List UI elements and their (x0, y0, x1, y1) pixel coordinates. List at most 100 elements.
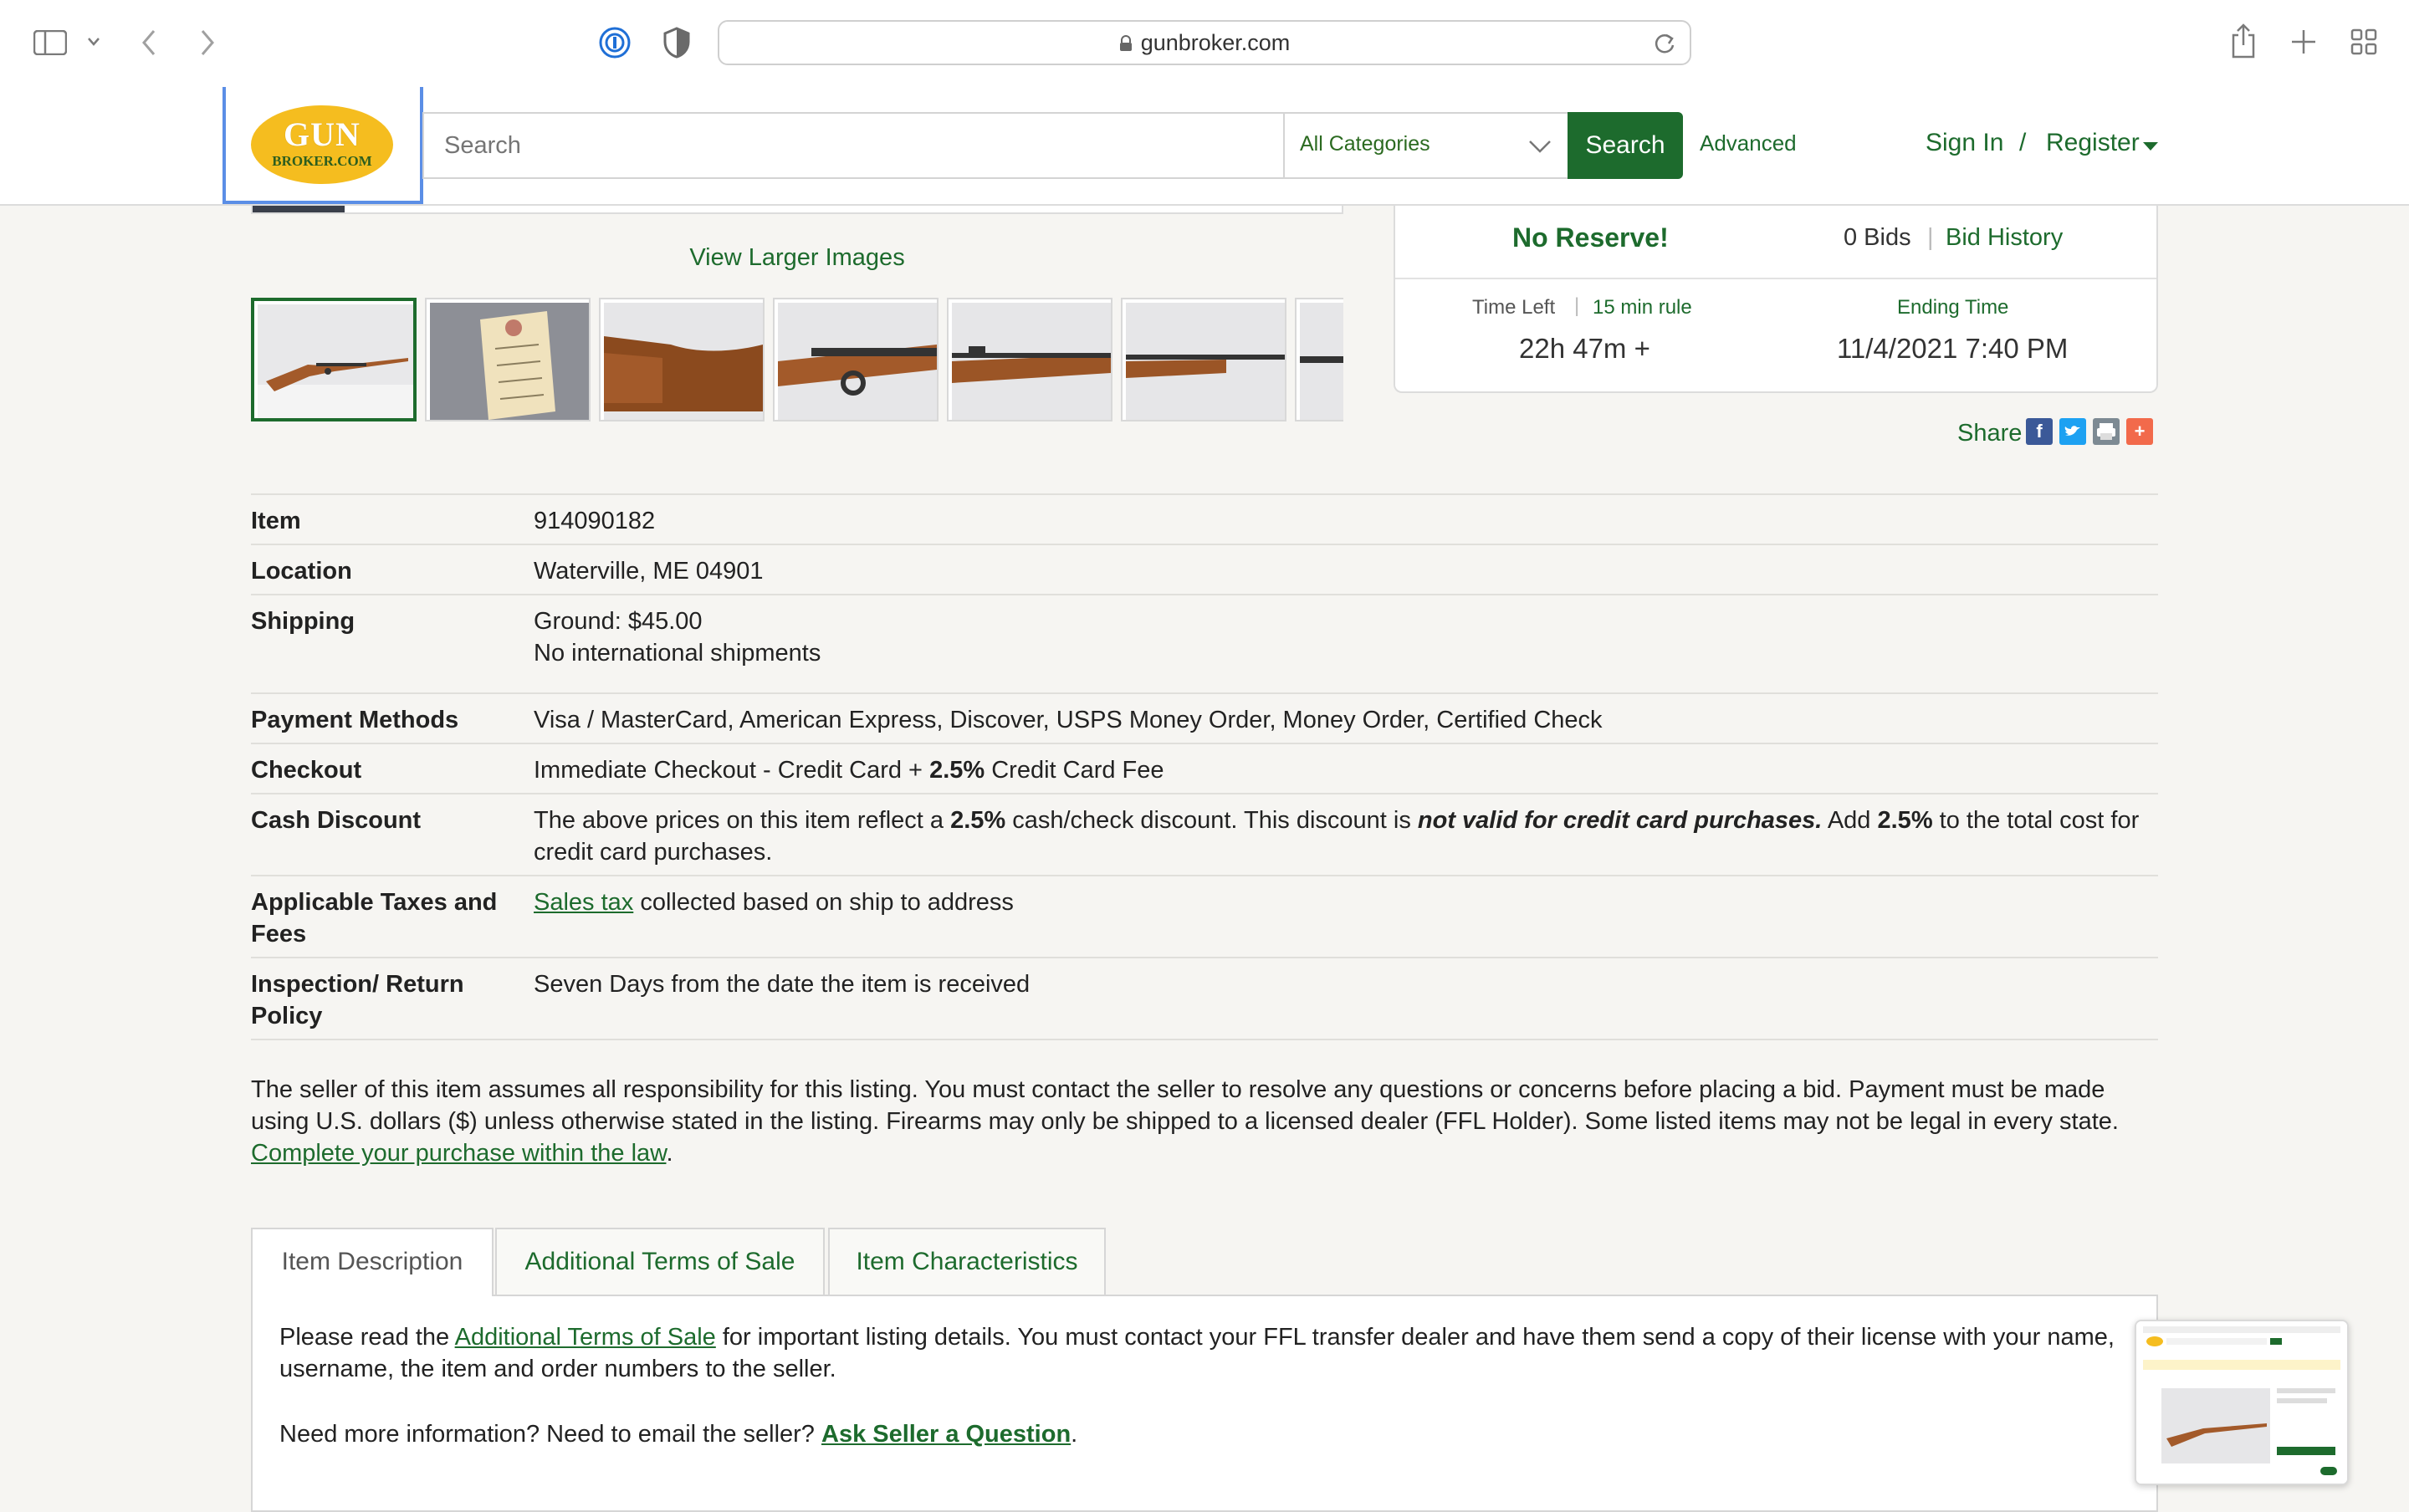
sidebar-toggle-icon[interactable] (33, 30, 67, 55)
thumbnail-1[interactable] (251, 298, 417, 421)
thumbnail-4[interactable] (773, 298, 939, 421)
thumbnail-6[interactable] (1121, 298, 1286, 421)
description-paragraph-2: Need more information? Need to email the… (279, 1418, 1077, 1450)
ending-time-value: 11/4/2021 7:40 PM (1837, 333, 2069, 364)
desc-question-end: . (1071, 1421, 1078, 1448)
shipping-international: No international shipments (534, 640, 821, 667)
reload-icon[interactable] (1653, 32, 1676, 55)
tab-overview-icon[interactable] (2350, 28, 2377, 55)
forend-photo (952, 303, 1111, 420)
chevron-down-icon[interactable] (87, 37, 100, 47)
tab-panel: Please read the Additional Terms of Sale… (251, 1295, 2158, 1512)
rifle-photo (258, 304, 413, 418)
cash-text-mid: cash/check discount. This discount is (1005, 807, 1418, 834)
twitter-icon[interactable] (2059, 418, 2086, 445)
tab-additional-terms[interactable]: Additional Terms of Sale (495, 1228, 825, 1296)
sign-in-link[interactable]: Sign In (1926, 129, 2003, 157)
shipping-value: Ground: $45.00 No international shipment… (534, 605, 2148, 669)
share-label: Share (1957, 420, 2023, 447)
password-manager-icon[interactable] (599, 27, 631, 59)
ending-time-label: Ending Time (1897, 296, 2009, 319)
location-value: Waterville, ME 04901 (534, 558, 764, 585)
browser-toolbar: gunbroker.com (0, 0, 2409, 84)
view-larger-images-link[interactable]: View Larger Images (251, 244, 1343, 272)
sales-tax-link[interactable]: Sales tax (534, 889, 633, 916)
action-photo (778, 303, 937, 420)
purchase-within-law-link[interactable]: Complete your purchase within the law (251, 1140, 666, 1167)
disclaimer-text: The seller of this item assumes all resp… (251, 1076, 2119, 1135)
item-value: 914090182 (534, 508, 656, 534)
tab-item-description[interactable]: Item Description (251, 1228, 494, 1296)
forward-icon[interactable] (199, 28, 216, 57)
thumbnail-5[interactable] (947, 298, 1112, 421)
checkout-text-end: Credit Card Fee (985, 757, 1164, 784)
chevron-down-icon (1529, 140, 1551, 153)
thumbnail-7[interactable] (1295, 298, 1343, 421)
desc-text: Please read the (279, 1324, 455, 1351)
detail-row-checkout: Checkout Immediate Checkout - Credit Car… (251, 743, 2158, 793)
detail-row-return-policy: Inspection/ Return Policy Seven Days fro… (251, 957, 2158, 1040)
thumbnail-3[interactable] (599, 298, 765, 421)
time-left-value: 22h 47m + (1519, 333, 1650, 364)
new-tab-icon[interactable] (2290, 28, 2317, 55)
back-icon[interactable] (141, 28, 157, 57)
cash-warning: not valid for credit card purchases. (1417, 807, 1823, 834)
cash-text: The above prices on this item reflect a (534, 807, 951, 834)
active-tab-join (253, 1295, 492, 1298)
detail-row-item: Item 914090182 (251, 493, 2158, 544)
bids-count: 0 Bids (1844, 224, 1911, 251)
ask-seller-link[interactable]: Ask Seller a Question (821, 1421, 1071, 1448)
detail-row-taxes: Applicable Taxes and Fees Sales tax coll… (251, 875, 2158, 957)
logo-text: GUN (284, 115, 361, 153)
payment-label: Payment Methods (251, 707, 459, 733)
more-share-icon[interactable]: + (2126, 418, 2153, 445)
tag-photo (430, 303, 589, 420)
shipping-label: Shipping (251, 608, 355, 635)
bid-panel: No Reserve! 0 Bids | Bid History Time Le… (1394, 206, 2158, 393)
site-logo[interactable]: GUN BROKER.COM (222, 87, 423, 204)
search-button[interactable]: Search (1568, 112, 1683, 179)
print-icon[interactable] (2093, 418, 2120, 445)
main-image-frame (251, 206, 1343, 214)
cash-discount-label: Cash Discount (251, 807, 422, 834)
taxes-label: Applicable Taxes and Fees (251, 889, 498, 948)
bid-divider (1395, 278, 2156, 279)
thumbnail-2[interactable] (425, 298, 591, 421)
seller-disclaimer: The seller of this item assumes all resp… (251, 1074, 2158, 1169)
screenshot-preview[interactable] (2135, 1320, 2349, 1485)
bid-history-link[interactable]: Bid History (1946, 224, 2063, 252)
additional-terms-link[interactable]: Additional Terms of Sale (455, 1324, 716, 1351)
url-text: gunbroker.com (719, 30, 1690, 56)
tab-item-characteristics[interactable]: Item Characteristics (828, 1228, 1106, 1296)
logo-subtext: BROKER.COM (272, 153, 372, 169)
cash-pct-2: 2.5% (1877, 807, 1933, 834)
payment-value: Visa / MasterCard, American Express, Dis… (534, 707, 1603, 733)
register-link[interactable]: Register (2046, 129, 2140, 157)
detail-row-location: Location Waterville, ME 04901 (251, 544, 2158, 594)
facebook-icon[interactable]: f (2026, 418, 2053, 445)
address-bar[interactable]: gunbroker.com (718, 20, 1691, 65)
description-paragraph-1: Please read the Additional Terms of Sale… (279, 1321, 2128, 1385)
caret-down-icon (2143, 142, 2158, 151)
advanced-search-link[interactable]: Advanced (1700, 130, 1797, 156)
checkout-text: Immediate Checkout - Credit Card + (534, 757, 930, 784)
auth-separator: / (2019, 129, 2027, 156)
taxes-value: Sales tax collected based on ship to add… (534, 886, 2148, 918)
taxes-text: collected based on ship to address (633, 889, 1014, 916)
muzzle-photo (1300, 303, 1343, 420)
cash-discount-value: The above prices on this item reflect a … (534, 805, 2148, 868)
checkout-value: Immediate Checkout - Credit Card + 2.5% … (534, 754, 2148, 786)
category-select[interactable]: All Categories (1283, 112, 1569, 179)
share-sheet-icon[interactable] (2230, 23, 2257, 59)
item-label: Item (251, 508, 301, 534)
fifteen-min-rule-link[interactable]: 15 min rule (1593, 296, 1692, 319)
shipping-ground: Ground: $45.00 (534, 608, 703, 635)
lock-icon (1119, 32, 1133, 51)
logo-oval: GUN BROKER.COM (251, 105, 393, 184)
search-input[interactable] (422, 112, 1284, 179)
time-left-label: Time Left (1472, 296, 1556, 319)
disclaimer-end: . (666, 1140, 673, 1167)
return-policy-label: Inspection/ Return Policy (251, 971, 464, 1029)
main-image-strip (253, 206, 345, 212)
privacy-shield-icon[interactable] (662, 27, 691, 59)
